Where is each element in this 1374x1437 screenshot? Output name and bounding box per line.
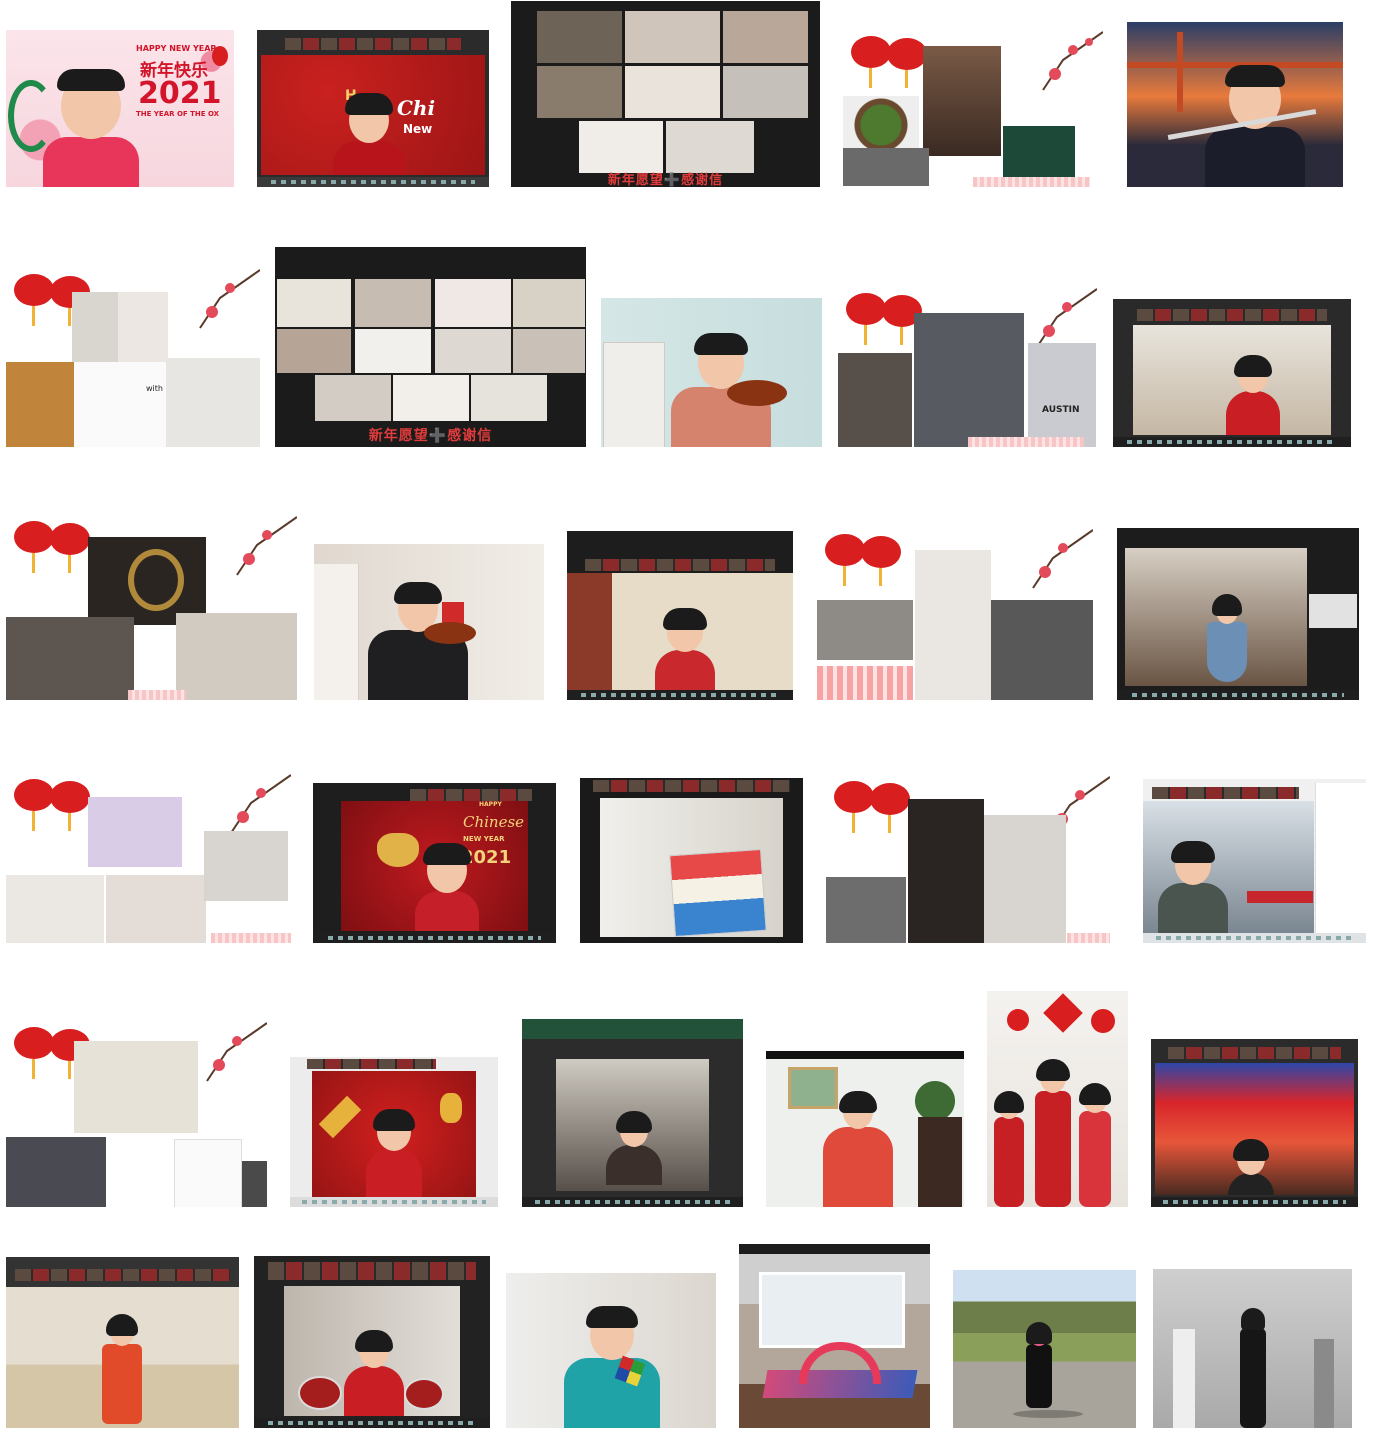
girl-gymnastics-mat: [739, 1244, 930, 1428]
boy-portrait: [1228, 1139, 1274, 1195]
card-chinese-script: Chinese: [463, 813, 525, 831]
collage-piano-instruments: AUSTIN: [838, 287, 1097, 447]
drum-icon: [298, 1376, 342, 1410]
drum-icon: [404, 1378, 444, 1410]
violin-icon: [424, 622, 476, 644]
paper-cut-icon: [1043, 993, 1083, 1033]
zoom-call-painting: [580, 778, 803, 943]
zoom-toolbar: [290, 1197, 498, 1207]
kid-right: [1079, 1083, 1111, 1207]
gold-lantern-icon: [440, 1093, 462, 1123]
ballerina: [1207, 594, 1247, 682]
photo-girl-new-year-card: HAPPY NEW YEAR 新年快乐 2021 THE YEAR OF THE…: [6, 30, 234, 187]
dancer-indoor: [1153, 1269, 1352, 1428]
girl-portrait: [366, 1109, 422, 1197]
girl-portrait: [43, 69, 139, 187]
gymnast: [799, 1342, 881, 1384]
keyboard-icon: [1247, 891, 1313, 903]
lantern-icon: [825, 534, 901, 586]
zoom-toolbar: [254, 1418, 490, 1428]
zoom-call-girl-recorder: [567, 531, 793, 700]
plum-blossom-icon: [199, 269, 260, 329]
piano-icon: [918, 1117, 962, 1207]
zoom-toolbar: [257, 177, 489, 187]
plum-blossom-icon: [1042, 31, 1103, 91]
boy-pianist: [1226, 355, 1280, 435]
ox-icon: [377, 833, 419, 867]
paper-cut-icon: [1007, 1009, 1029, 1031]
card-partial-new: New: [403, 122, 433, 136]
zoom-call-boy-dancing: [6, 1257, 239, 1428]
lantern-icon: [834, 781, 910, 833]
thank-you-caption-2: 新年愿望➕感谢信: [368, 428, 493, 444]
austin-shirt-text: AUSTIN: [1042, 405, 1080, 415]
pianist: [823, 1091, 893, 1207]
zoom-call-boy-drums: [254, 1256, 490, 1428]
collage-two-pianists: [826, 775, 1110, 943]
lantern-icon: [14, 521, 90, 573]
zoom-call-boy-piano: [1113, 299, 1351, 447]
girl-rollerskating-outdoors: [953, 1270, 1136, 1428]
kid-left: [994, 1091, 1024, 1207]
card-year-2021: 2021: [138, 76, 222, 111]
boy-rubiks-cube: [506, 1273, 716, 1428]
thank-you-caption-1: 新年愿望➕感谢信: [607, 173, 724, 187]
boy-portrait: [333, 93, 405, 175]
card-new-year: NEW YEAR: [463, 835, 505, 843]
zoom-chinese-new-year-card: Chinese HAPPY NEW YEAR 2021: [313, 783, 556, 943]
lantern-icon: [212, 46, 228, 66]
tuba-icon: [128, 549, 184, 611]
collage-kids-red-eggs: [817, 528, 1093, 700]
zoom-call-violin-green: [522, 1019, 743, 1207]
card-happy-new-year: HAPPY NEW YEAR: [136, 44, 217, 53]
girl-violin-room: [601, 298, 822, 447]
zoom-call-boy-red-background: H Chi New: [257, 30, 489, 187]
girl-flute-golden-gate: [1127, 22, 1343, 187]
skater-girl: [1026, 1322, 1052, 1408]
zoom-toolbar: [1143, 933, 1366, 943]
musician: [1158, 841, 1228, 933]
collage-boy-cooking-piano: [843, 30, 1103, 187]
zoom-call-boy-lantern-street: [1151, 1039, 1358, 1207]
zoom-grid-thank-you-letters-2: 新年愿望➕感谢信: [275, 247, 586, 447]
teen-violin-room: [314, 544, 544, 700]
zoom-toolbar: [1113, 437, 1351, 447]
boy-portrait: [564, 1306, 660, 1428]
zoom-call-girl-ballet: [1117, 528, 1359, 700]
boy-portrait: [415, 843, 479, 931]
zoom-toolbar: [522, 1197, 743, 1207]
painting-paper: [669, 848, 767, 938]
drummer-boy: [344, 1330, 404, 1416]
paper-cut-icon: [1091, 1009, 1115, 1033]
plum-blossom-icon: [236, 516, 297, 576]
with-label: with: [146, 384, 163, 393]
collage-art-drawings: with: [6, 268, 260, 447]
kid-middle: [1035, 1059, 1071, 1207]
violinist: [606, 1111, 662, 1185]
zoom-toolbar: [1117, 690, 1359, 700]
collage-music-drawing: [6, 1021, 267, 1207]
zoom-call-music-studio: [1143, 779, 1366, 943]
girl-piano-living-room: [766, 1051, 964, 1207]
girl-recorder: [655, 608, 715, 690]
zoom-call-girl-gold-card: [290, 1057, 498, 1207]
three-kids-red-outfits: [987, 991, 1128, 1207]
card-year-of-ox: THE YEAR OF THE OX: [136, 110, 220, 118]
dancing-boy: [102, 1314, 142, 1424]
plum-blossom-icon: [1032, 529, 1093, 589]
card-happy: HAPPY: [479, 801, 502, 808]
zoom-toolbar: [313, 933, 556, 943]
zoom-grid-thank-you-letters: 新年愿望➕感谢信: [511, 1, 820, 187]
chat-panel: [1315, 783, 1366, 933]
zoom-toolbar: [1151, 1197, 1358, 1207]
plum-blossom-icon: [206, 1022, 267, 1082]
collage-brass-cello: [6, 515, 297, 700]
dancer: [1240, 1308, 1266, 1428]
violin-icon: [727, 380, 787, 406]
lantern-icon: [14, 779, 90, 831]
zoom-toolbar: [567, 690, 793, 700]
collage-drawings-portraits: [6, 773, 291, 943]
